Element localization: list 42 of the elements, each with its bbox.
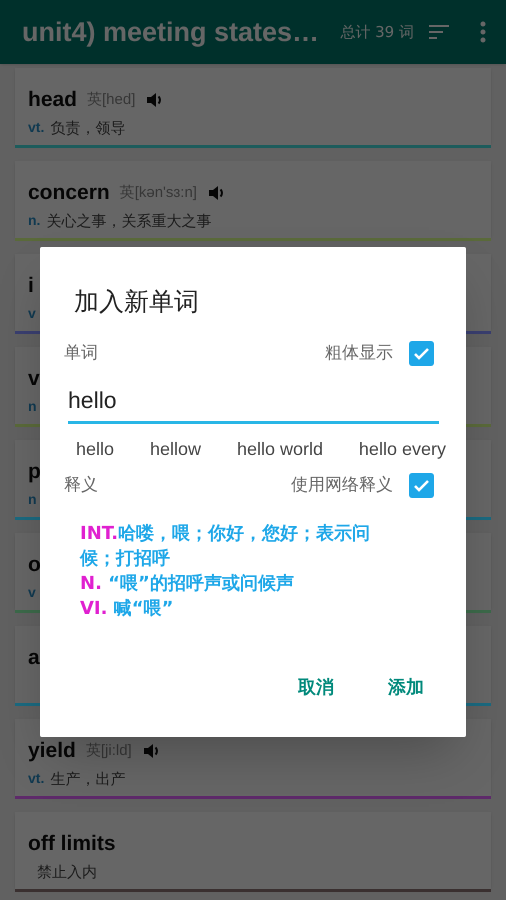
dialog-title: 加入新单词 — [74, 286, 200, 318]
meaning-text: 关心之事，关系重大之事 — [46, 210, 212, 232]
option-label: 粗体显示 — [325, 342, 393, 364]
suggestion-chip[interactable]: hello world — [236, 436, 323, 463]
part-of-speech: vt. — [28, 118, 44, 138]
suggestion-chip[interactable]: hello every — [358, 436, 446, 463]
suggestion-chip[interactable]: hellow — [150, 436, 201, 463]
word-text: o — [28, 552, 41, 578]
part-of-speech: n. — [28, 211, 40, 230]
checkbox[interactable] — [409, 340, 434, 366]
word-text: v — [28, 366, 40, 392]
field-label: 释义 — [64, 474, 98, 497]
part-of-speech: n — [28, 396, 37, 416]
word-text: a — [28, 645, 40, 671]
word-card[interactable]: off limits 禁止入内 — [15, 812, 491, 889]
meaning-text: 生产，出产 — [50, 768, 126, 790]
part-of-speech: v — [28, 582, 36, 602]
word-input[interactable]: hello — [68, 380, 439, 424]
part-of-speech: vt. — [28, 769, 44, 788]
definition-text: VI. 喊“喂” — [80, 596, 174, 620]
word-text: yield — [28, 738, 76, 764]
dialog-button[interactable]: 添加 — [376, 666, 436, 709]
word-text: i — [28, 273, 34, 299]
meaning-text: 负责，领导 — [50, 118, 126, 138]
dialog-button[interactable]: 取消 — [286, 666, 346, 709]
meaning-text: 禁止入内 — [36, 862, 97, 882]
word-text: off limits — [28, 831, 116, 857]
sort-icon[interactable] — [428, 24, 450, 40]
app-title: unit4) meeting states… — [22, 16, 320, 49]
word-count: 总计 39 词 — [340, 22, 414, 43]
definition-text: N. “喂”的招呼声或问候声 — [80, 572, 295, 596]
word-text: concern — [28, 180, 110, 206]
word-text: head — [28, 87, 78, 113]
part-of-speech: v — [28, 304, 36, 322]
part-of-speech: n — [28, 490, 37, 508]
definition-text: INT.哈喽，喂；你好，您好；表示问候；打招呼 — [80, 522, 372, 570]
suggestion-chip[interactable]: hello — [76, 436, 114, 463]
checkbox[interactable] — [409, 473, 434, 498]
word-text: p — [28, 459, 41, 485]
field-label: 单词 — [64, 342, 98, 364]
more-icon[interactable] — [480, 21, 486, 43]
option-label: 使用网络释义 — [291, 474, 393, 497]
